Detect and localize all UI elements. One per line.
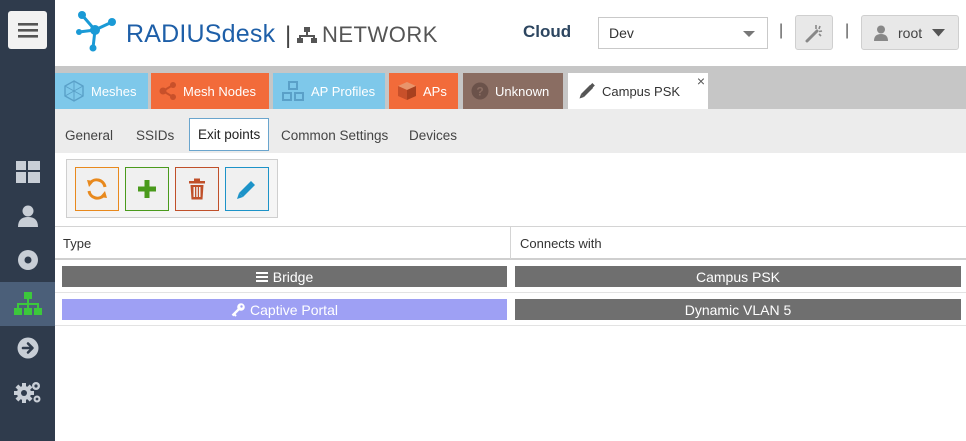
wizard-button[interactable] [795,15,833,50]
main-tab-strip: Meshes Mesh Nodes AP Profiles APs ? Unkn… [55,66,966,109]
tab-meshes[interactable]: Meshes [55,73,148,109]
table-row[interactable]: Bridge Campus PSK [55,260,966,293]
user-icon [17,205,38,227]
caret-down-icon [932,28,946,36]
tab-unknown[interactable]: ? Unknown [463,73,563,109]
tab-mesh-nodes[interactable]: Mesh Nodes [151,73,269,109]
brand-name: RADIUSdesk [126,20,276,48]
user-icon [874,25,888,41]
hamburger-icon [17,23,38,38]
subtab-ssids[interactable]: SSIDs [128,119,182,151]
sub-tab-strip: General SSIDs Exit points Common Setting… [55,109,966,153]
app-root: RADIUSdesk | NETWORK Cloud Dev | | root [0,0,966,441]
nav-settings[interactable] [0,370,55,414]
connects-with-badge: Campus PSK [515,266,961,287]
sitemap-icon [297,26,317,43]
subtab-general[interactable]: General [57,119,121,151]
hamburger-menu-button[interactable] [8,11,47,49]
nav-users[interactable] [0,194,55,238]
cogs-icon [13,382,40,403]
subtab-devices[interactable]: Devices [401,119,465,151]
mesh-icon [64,80,84,102]
tab-ap-profiles[interactable]: AP Profiles [273,73,385,109]
tab-label: Campus PSK [602,83,681,99]
delete-button[interactable] [175,167,219,211]
username: root [898,24,923,41]
tab-label: AP Profiles [311,83,376,99]
nav-dashboard[interactable] [0,150,55,194]
table-row[interactable]: Captive Portal Dynamic VLAN 5 [55,293,966,326]
pencil-icon [237,181,255,199]
plus-icon [138,180,156,198]
column-header-type[interactable]: Type [55,227,511,259]
header-divider: | [845,22,850,39]
radiusdesk-logo-icon [76,11,116,52]
nav-realms[interactable] [0,238,55,282]
svg-text:?: ? [476,85,483,99]
left-navigation [0,0,55,441]
tab-label: Mesh Nodes [183,83,256,99]
tab-aps[interactable]: APs [389,73,458,109]
cloud-label: Cloud [523,22,572,41]
connects-with-badge: Dynamic VLAN 5 [515,299,961,320]
arrow-right-circle-icon [17,337,38,359]
reload-button[interactable] [75,167,119,211]
column-header-connects-with[interactable]: Connects with [512,227,966,259]
exit-type-label: Captive Portal [250,301,338,318]
share-icon [159,82,176,100]
subtab-exit-points[interactable]: Exit points [189,118,270,151]
network-icon [13,292,42,315]
section-label: NETWORK [322,22,438,47]
grid-header: Type Connects with [55,226,966,260]
cube-icon [398,82,416,100]
refresh-icon [87,178,107,200]
exit-points-grid: Type Connects with Bridge Campus PSK Cap… [55,226,966,326]
exit-type-badge: Captive Portal [62,299,507,320]
edit-button[interactable] [225,167,269,211]
nav-other[interactable] [0,326,55,370]
trash-icon [189,178,205,200]
brand-separator: | [285,22,292,49]
exit-type-badge: Bridge [62,266,507,287]
bars-icon [255,271,268,282]
tab-label: Meshes [91,83,137,99]
cloud-select[interactable]: Dev [598,17,768,49]
question-icon: ? [471,82,489,100]
tab-label: Unknown [495,83,550,99]
tab-label: APs [423,83,447,99]
close-tab-icon[interactable]: × [697,74,705,88]
header-divider: | [779,22,784,39]
add-button[interactable] [125,167,169,211]
toolbar [66,159,278,218]
nav-network[interactable] [0,282,55,326]
section-title: NETWORK [297,22,438,48]
user-menu-button[interactable]: root [861,15,959,50]
chevron-down-icon [743,31,755,37]
top-header: RADIUSdesk | NETWORK Cloud Dev | | root [55,0,966,66]
subtab-common-settings[interactable]: Common Settings [273,119,396,151]
connects-with-label: Campus PSK [695,268,781,285]
tab-campus-psk[interactable]: Campus PSK × [568,73,708,109]
dashboard-icon [15,161,40,183]
disc-icon [17,250,38,270]
magic-wand-icon [805,24,823,42]
cloud-select-value: Dev [609,25,634,41]
exit-type-label: Bridge [272,268,314,285]
connects-with-label: Dynamic VLAN 5 [684,301,792,318]
cubes-icon [282,81,304,101]
pencil-icon [579,83,595,99]
key-icon [231,302,245,317]
